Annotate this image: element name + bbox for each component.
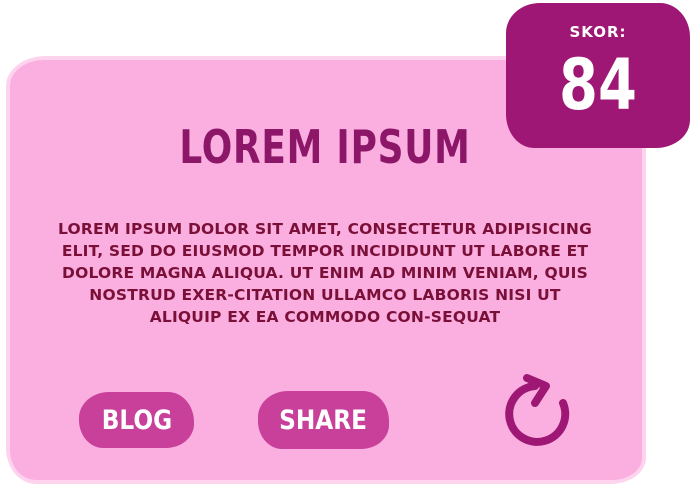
reload-button[interactable] <box>505 373 583 451</box>
reload-icon <box>505 374 570 446</box>
share-button-label: SHARE <box>279 404 368 436</box>
card-title: LOREM IPSUM <box>179 120 471 174</box>
share-button[interactable]: SHARE <box>258 391 389 449</box>
score-label: SKOR: <box>569 23 627 41</box>
blog-button-label: BLOG <box>101 404 172 436</box>
score-panel: SKOR: 84 <box>506 3 690 148</box>
game-screen: LOREM IPSUM LOREM IPSUM DOLOR SIT AMET, … <box>0 0 694 487</box>
score-value: 84 <box>559 44 637 126</box>
blog-button[interactable]: BLOG <box>79 392 194 448</box>
card-body-text: LOREM IPSUM DOLOR SIT AMET, CONSECTETUR … <box>58 220 592 326</box>
